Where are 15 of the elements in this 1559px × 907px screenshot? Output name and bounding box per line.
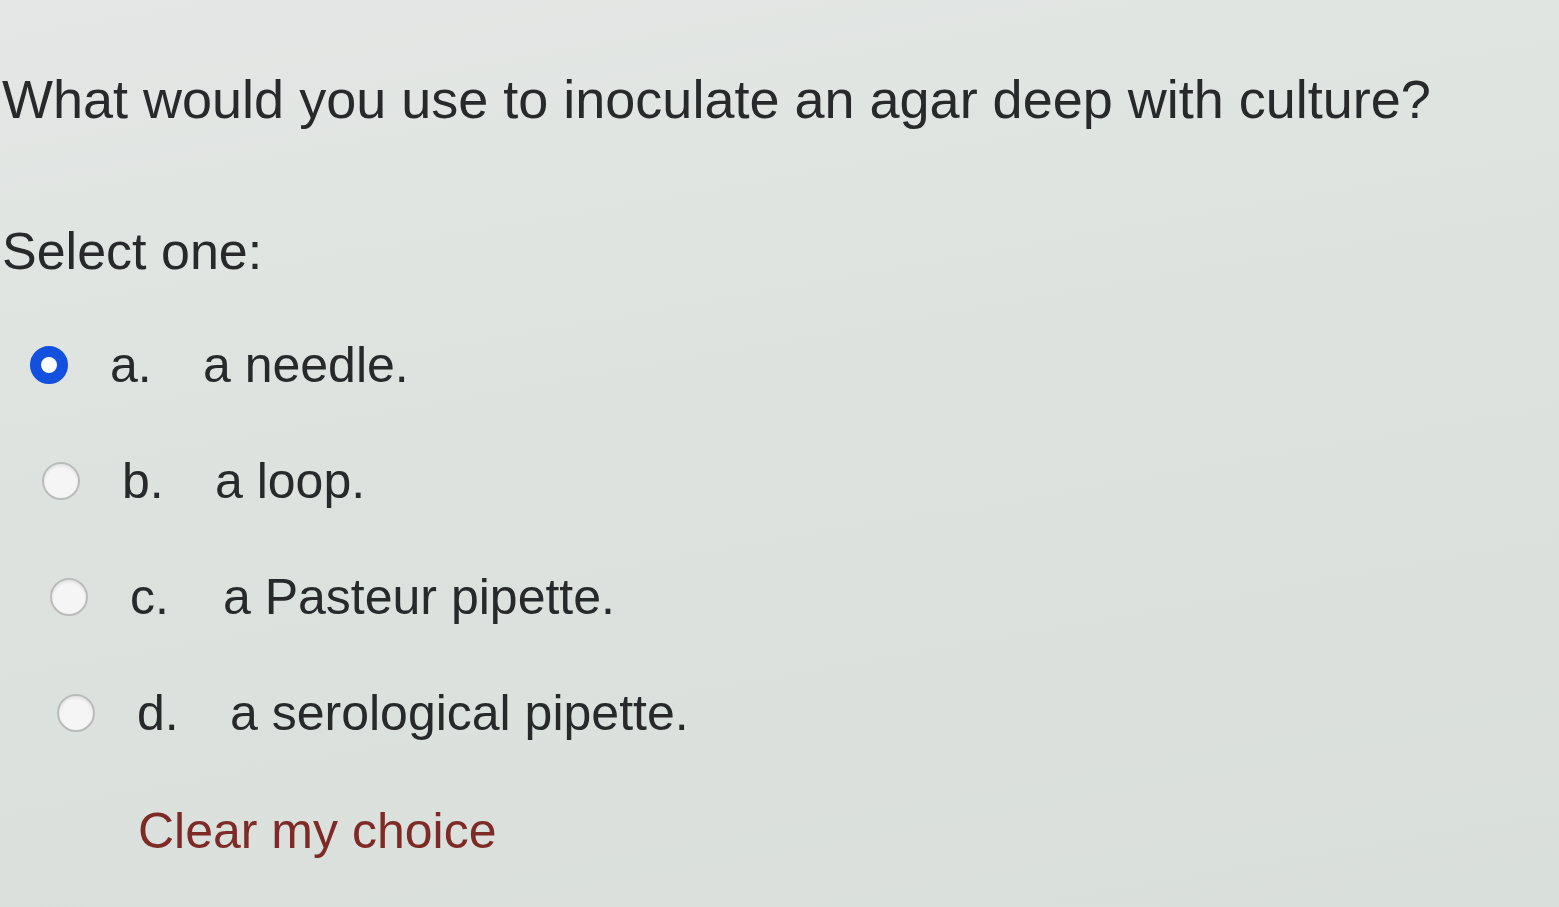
option-label[interactable]: a Pasteur pipette. (223, 568, 615, 626)
radio-button[interactable] (30, 346, 68, 384)
option-label[interactable]: a loop. (215, 452, 366, 510)
select-one-prompt: Select one: (2, 221, 263, 282)
option-letter: d. (137, 684, 180, 742)
radio-button[interactable] (42, 462, 80, 500)
clear-choice-link[interactable]: Clear my choice (138, 803, 497, 859)
radio-button[interactable] (50, 578, 88, 616)
option-letter: c. (130, 568, 170, 626)
question-text: What would you use to inoculate an agar deep with culture? (2, 68, 1431, 131)
radio-button[interactable] (57, 694, 95, 732)
option-label[interactable]: a serological pipette. (230, 684, 689, 742)
option-label[interactable]: a needle. (203, 336, 409, 394)
option-letter: a. (110, 336, 153, 394)
option-letter: b. (122, 452, 165, 510)
